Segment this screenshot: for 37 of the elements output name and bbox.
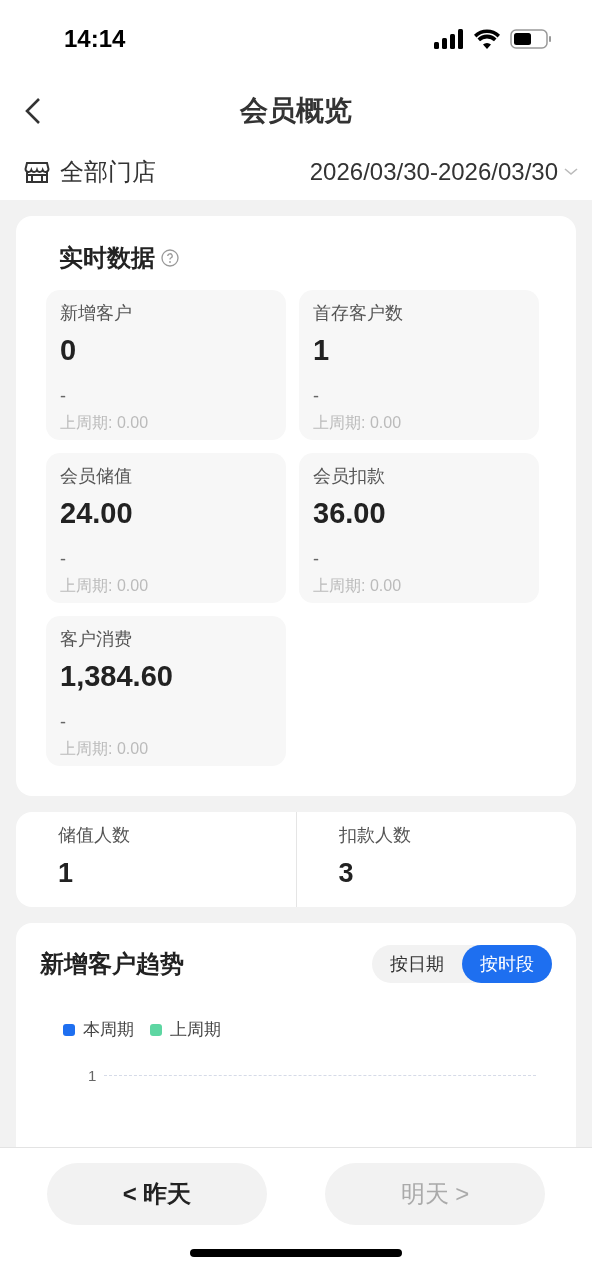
metric-value: 1,384.60 [60,659,174,694]
metric-label: 会员扣款 [313,465,386,488]
store-selector[interactable]: 全部门店 [24,154,156,190]
metric-change: - [60,547,67,570]
battery-icon [510,29,552,49]
metric-value: 36.00 [313,496,387,531]
legend-label: 本周期 [83,1019,134,1041]
toggle-tab[interactable]: 按时段 [462,945,552,983]
status-time: 14:14 [64,24,126,54]
metric-label: 会员储值 [60,465,133,488]
section-title: 实时数据 [59,243,155,273]
toggle-tab[interactable]: 按日期 [372,945,462,983]
metric-value: 1 [313,333,331,368]
help-icon [161,249,179,267]
metric-change: - [60,384,67,407]
wifi-icon [474,29,500,49]
count-label: 储值人数 [58,824,131,847]
count-value: 3 [338,857,355,890]
count-label: 扣款人数 [338,824,412,847]
metric-change: - [313,547,320,570]
chevron-down-icon [564,168,578,176]
signal-icon [434,29,464,49]
legend-label: 上周期 [170,1019,221,1041]
metric-label: 新增客户 [60,302,133,325]
metric-value: 0 [60,333,78,368]
metric-label: 客户消费 [60,628,133,651]
metric-change: - [60,710,67,733]
previous-day-button[interactable]: < 昨天 [47,1163,267,1225]
store-icon [24,159,50,185]
page-title: 会员概览 [240,94,352,128]
count-value: 1 [58,857,75,890]
axis-tick-label: 1 [88,1065,97,1086]
section-title: 新增客户趋势 [40,949,184,979]
metric-change: - [313,384,320,407]
date-range-selector[interactable]: 2026/03/30-2026/03/30 [309,154,578,190]
metric-value: 24.00 [60,496,134,531]
metric-label: 首存客户数 [313,302,404,325]
